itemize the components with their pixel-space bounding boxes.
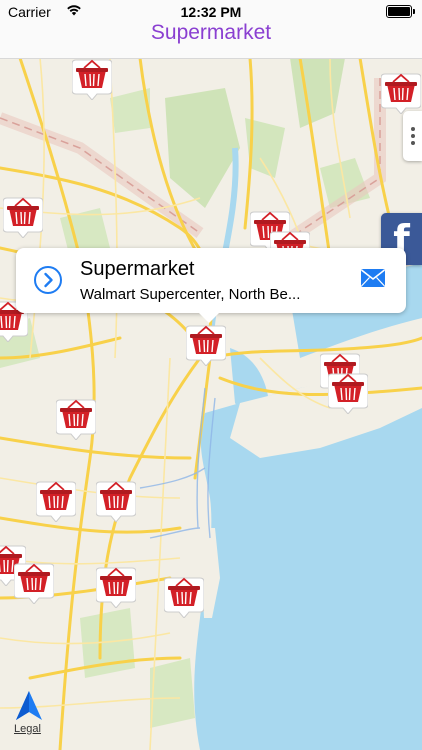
supermarket-pin[interactable] — [381, 70, 421, 114]
mail-icon[interactable] — [360, 268, 386, 288]
callout-pointer — [198, 312, 220, 323]
status-time: 12:32 PM — [180, 4, 242, 20]
status-bar: Carrier 12:32 PM — [0, 0, 422, 22]
screen: Carrier 12:32 PM Supermarket f Supermark… — [0, 0, 422, 750]
callout-subtitle: Walmart Supercenter, North Be... — [80, 286, 301, 303]
supermarket-pin[interactable] — [36, 478, 76, 522]
supermarket-pin[interactable] — [186, 322, 226, 366]
supermarket-pin[interactable] — [72, 56, 112, 100]
callout-title: Supermarket — [80, 258, 195, 280]
supermarket-pin[interactable] — [96, 478, 136, 522]
supermarket-pin[interactable] — [96, 564, 136, 608]
supermarket-pin[interactable] — [328, 370, 368, 414]
supermarket-pin[interactable] — [56, 396, 96, 440]
supermarket-pin[interactable] — [164, 574, 204, 618]
navigation-bar: Supermarket — [0, 21, 422, 59]
location-arrow-icon[interactable] — [14, 690, 44, 722]
legal-link[interactable]: Legal — [14, 723, 41, 735]
map-view[interactable] — [0, 56, 422, 750]
supermarket-pin[interactable] — [3, 194, 43, 238]
supermarket-pin[interactable] — [14, 560, 54, 604]
more-options-handle[interactable] — [403, 111, 422, 161]
detail-disclosure-icon[interactable] — [33, 265, 63, 295]
annotation-callout[interactable]: Supermarket Walmart Supercenter, North B… — [16, 248, 406, 323]
page-title: Supermarket — [150, 21, 272, 44]
battery-icon — [386, 5, 415, 18]
